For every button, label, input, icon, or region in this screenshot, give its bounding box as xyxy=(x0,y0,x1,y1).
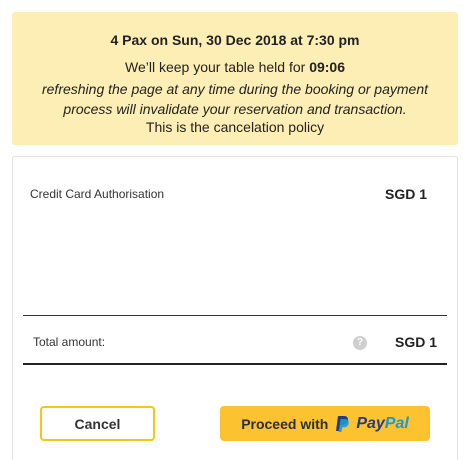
cancel-button[interactable]: Cancel xyxy=(40,406,155,441)
paypal-wordmark: PayPal xyxy=(356,415,408,433)
total-label: Total amount: xyxy=(33,335,106,349)
hold-timer: 09:06 xyxy=(309,59,345,75)
hold-prefix: We’ll keep your table held for xyxy=(125,59,306,75)
refresh-warning-line-2: process will invalidate your reservation… xyxy=(63,101,407,117)
line-item-label: Credit Card Authorisation xyxy=(30,187,165,201)
divider xyxy=(23,315,447,316)
paypal-logo-icon xyxy=(336,415,350,432)
refresh-warning: refreshing the page at any time during t… xyxy=(12,79,458,119)
total-amount: SGD 1 xyxy=(394,334,437,350)
reservation-title: 4 Pax on Sun, 30 Dec 2018 at 7:30 pm xyxy=(110,32,360,48)
cancelation-policy-text: This is the cancelation policy xyxy=(145,119,325,135)
proceed-with-paypal-button[interactable]: Proceed with PayPal xyxy=(220,406,430,441)
paypal-button-label: Proceed with xyxy=(241,415,329,432)
paypal-wordmark-pal: Pal xyxy=(384,414,409,432)
divider xyxy=(23,363,447,365)
reservation-notice: 4 Pax on Sun, 30 Dec 2018 at 7:30 pm We’… xyxy=(12,12,458,145)
hold-message: We’ll keep your table held for 09:06 xyxy=(12,59,458,75)
line-item-amount: SGD 1 xyxy=(384,186,427,202)
refresh-warning-line-1: refreshing the page at any time during t… xyxy=(41,81,429,97)
paypal-wordmark-pay: Pay xyxy=(356,414,385,432)
question-circle-icon[interactable]: ? xyxy=(353,336,367,350)
